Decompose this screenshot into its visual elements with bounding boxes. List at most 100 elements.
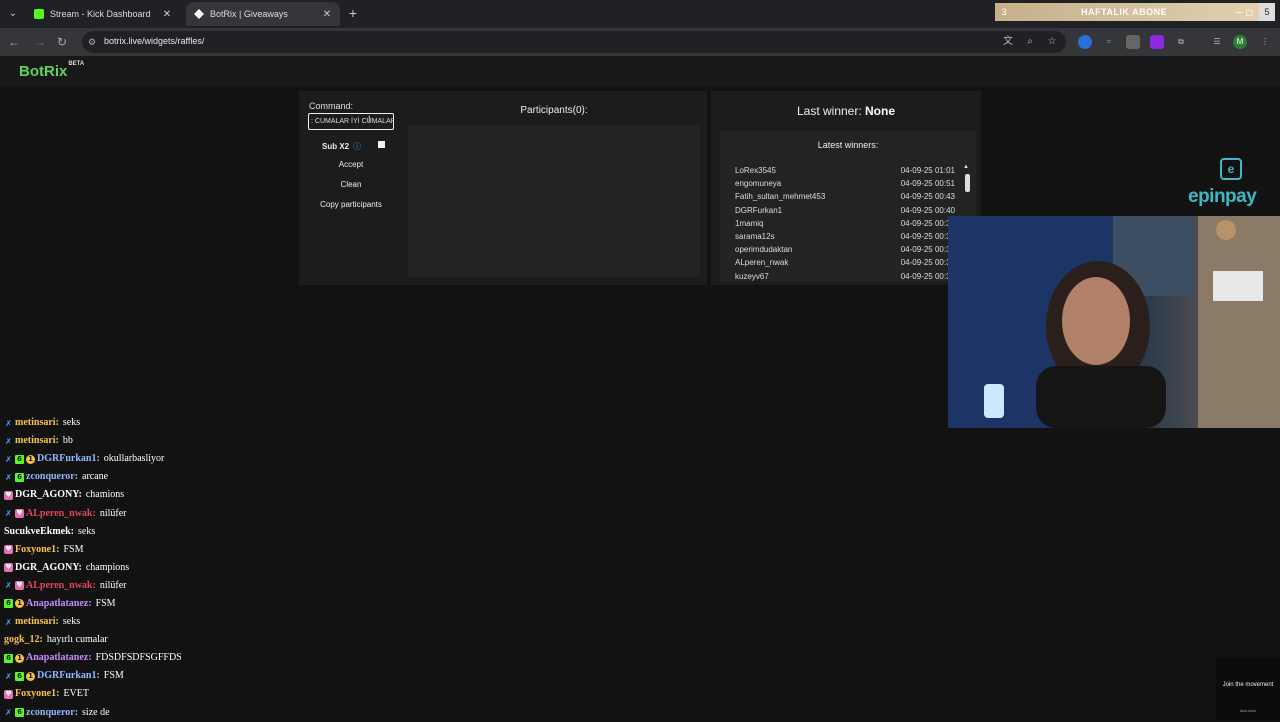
accept-button[interactable]: Accept bbox=[308, 157, 394, 173]
participants-title: Participants(0): bbox=[520, 105, 588, 116]
winner-name: Fatih_sultan_mehmet453 bbox=[735, 192, 826, 202]
winner-name: operimdudaktan bbox=[735, 245, 793, 255]
winner-name: engomuneya bbox=[735, 179, 782, 189]
winner-name: ALperen_nwak bbox=[735, 258, 789, 268]
chat-username: SucukveEkmek: bbox=[4, 525, 75, 537]
botrix-logo[interactable]: BotRixBETA bbox=[19, 61, 84, 80]
sub-x2-checkbox[interactable] bbox=[378, 141, 385, 148]
back-arrow-icon[interactable]: ← bbox=[6, 34, 22, 50]
chat-username: Foxyone1: bbox=[15, 688, 60, 700]
winner-name: LoRex3545 bbox=[735, 166, 776, 175]
banner-count-right: 5 bbox=[1259, 3, 1275, 21]
chat-username: metinsari: bbox=[15, 417, 59, 429]
winner-name: sarama12s bbox=[735, 231, 775, 241]
chat-badge-icon: ✗ bbox=[5, 472, 12, 482]
app-header: BotRixBETA bbox=[0, 56, 1280, 87]
subscriber-goal-banner: 3 HAFTALIK ABONE — ▢ 5 bbox=[995, 3, 1275, 21]
copy-participants-button[interactable]: Copy participants bbox=[308, 197, 394, 213]
scrollbar-thumb[interactable] bbox=[965, 174, 970, 192]
new-tab-plus-icon[interactable]: + bbox=[346, 5, 360, 21]
chat-text: FSM bbox=[63, 543, 84, 555]
chat-username: Anapatlatanez: bbox=[26, 597, 92, 609]
chat-badge-icon: ✗ bbox=[5, 436, 12, 446]
winner-time: 04-09-25 00:33 bbox=[900, 258, 955, 268]
info-icon[interactable]: ⓘ bbox=[353, 141, 361, 152]
chat-username: Foxyone1: bbox=[15, 543, 60, 555]
kick-join-overlay: Join the movement kick.com bbox=[1216, 658, 1280, 720]
webcam-feed bbox=[948, 216, 1280, 428]
chat-badge-icon: 6 bbox=[15, 708, 24, 718]
mouse-cursor-icon: I bbox=[368, 114, 371, 124]
winner-time: 04-09-25 00:35 bbox=[900, 231, 955, 241]
chat-message: ✗ ♥ ALperen_nwak: nilüfer bbox=[4, 504, 424, 522]
chat-message: 6 1 Anapatlatanez: FDSDFSDFSGFFDS bbox=[4, 649, 424, 667]
reading-list-icon[interactable]: ☰ bbox=[1210, 35, 1224, 49]
chat-badge-icon: ✗ bbox=[5, 708, 12, 718]
chat-badge-icon: 6 bbox=[4, 653, 13, 663]
latest-winners-title: Latest winners: bbox=[817, 140, 879, 150]
winner-time: 04-09-25 00:37 bbox=[900, 218, 955, 228]
chat-message: ✗ metinsari: bb bbox=[4, 432, 424, 450]
site-info-icon[interactable]: ⚙ bbox=[88, 36, 100, 48]
extensions-puzzle-icon[interactable]: ⧉ bbox=[1174, 35, 1188, 49]
chat-message: ♥ DGR_AGONY: champions bbox=[4, 559, 424, 577]
close-icon[interactable]: ✕ bbox=[162, 9, 172, 20]
chat-badge-icon: 1 bbox=[26, 454, 35, 464]
more-menu-icon[interactable]: ⋮ bbox=[1258, 35, 1272, 49]
chat-badge-icon: 1 bbox=[15, 653, 24, 663]
chat-message: ✗ ♥ ALperen_nwak: nilüfer bbox=[4, 577, 424, 595]
winner-name: kuzeyv67 bbox=[735, 271, 769, 281]
tab-kick-dashboard[interactable]: Stream - Kick Dashboard ✕ bbox=[26, 2, 180, 26]
scroll-up-icon[interactable]: ▲ bbox=[963, 164, 969, 170]
chat-message: ✗ metinsari: seks bbox=[4, 613, 424, 631]
winner-row: sarama12s 04-09-25 00:35 bbox=[735, 230, 955, 243]
chat-text: size de bbox=[82, 706, 110, 718]
tab-title: BotRix | Giveaways bbox=[210, 9, 288, 19]
chat-username: gogk_12: bbox=[4, 634, 43, 646]
chat-text: champions bbox=[85, 561, 130, 573]
chat-username: DGRFurkan1: bbox=[37, 453, 100, 465]
translate-icon[interactable]: 文 bbox=[1000, 34, 1016, 50]
chat-message: ✗ 6 1 DGRFurkan1: FSM bbox=[4, 667, 424, 685]
winner-time: 04-09-25 00:34 bbox=[900, 245, 955, 255]
chat-message: gogk_12: hayırlı cumalar bbox=[4, 631, 424, 649]
chat-badge-icon: ♥ bbox=[4, 563, 13, 573]
extension-wave-icon[interactable]: ≈ bbox=[1102, 35, 1116, 49]
chat-username: metinsari: bbox=[15, 616, 59, 628]
chat-text: FSM bbox=[103, 670, 124, 682]
tab-search-icon[interactable]: ⌄ bbox=[4, 5, 22, 23]
forward-arrow-icon[interactable]: → bbox=[32, 34, 48, 50]
chat-username: DGR_AGONY: bbox=[15, 561, 82, 573]
address-bar[interactable]: ⚙ botrix.live/widgets/raffles/ bbox=[82, 31, 1066, 53]
last-winner-value: None bbox=[865, 104, 896, 118]
chat-text: bb bbox=[62, 435, 73, 447]
winner-time: 04-09-25 01:01 bbox=[900, 166, 955, 175]
close-icon[interactable]: ✕ bbox=[322, 9, 332, 20]
extension-shield-icon[interactable] bbox=[1126, 35, 1140, 49]
chat-message: ✗ metinsari: seks bbox=[4, 414, 424, 432]
chat-username: ALperen_nwak: bbox=[26, 579, 96, 591]
chat-badge-icon: 6 bbox=[15, 454, 24, 464]
clean-button[interactable]: Clean bbox=[308, 177, 394, 193]
window-controls-icon[interactable]: — ▢ bbox=[1235, 8, 1253, 17]
extension-purple-icon[interactable] bbox=[1150, 35, 1164, 49]
profile-avatar[interactable]: M bbox=[1233, 35, 1247, 49]
zoom-icon[interactable]: ⌕ bbox=[1022, 34, 1038, 50]
chat-text: okullarbasliyor bbox=[103, 453, 165, 465]
reload-icon[interactable]: ↻ bbox=[54, 34, 70, 50]
epinpay-mark-icon: e bbox=[1220, 158, 1242, 180]
bookmark-star-icon[interactable]: ☆ bbox=[1044, 34, 1060, 50]
chat-badge-icon: ✗ bbox=[5, 454, 12, 464]
chat-badge-icon: 1 bbox=[26, 671, 35, 681]
latest-winners-box: Latest winners: LoRex3545 04-09-25 01:01 e… bbox=[720, 131, 976, 281]
raffle-control-panel: Command: : CUMALAR İYİ CUMALAR Sub X2 ⓘ … bbox=[299, 91, 707, 285]
command-input[interactable]: : CUMALAR İYİ CUMALAR bbox=[308, 113, 394, 130]
chat-text: nilüfer bbox=[99, 507, 127, 519]
chat-badge-icon: 6 bbox=[4, 599, 13, 609]
chat-username: DGRFurkan1: bbox=[37, 670, 100, 682]
extension-blue-icon[interactable] bbox=[1078, 35, 1092, 49]
webcam-image bbox=[948, 216, 1280, 428]
tab-botrix-giveaways[interactable]: BotRix | Giveaways ✕ bbox=[186, 2, 340, 26]
chat-message: ♥ DGR_AGONY: chamions bbox=[4, 486, 424, 504]
url-text[interactable]: botrix.live/widgets/raffles/ bbox=[104, 36, 204, 46]
